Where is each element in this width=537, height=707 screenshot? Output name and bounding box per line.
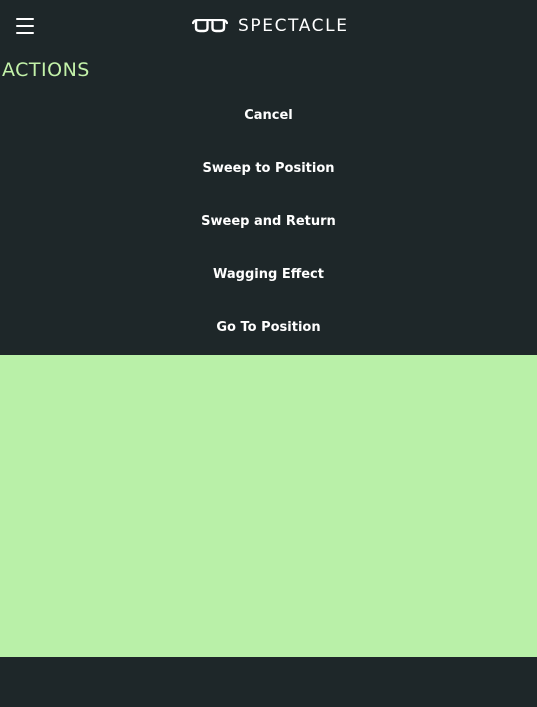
menu-line: [16, 25, 34, 27]
top-bar: SPECTACLE: [0, 0, 537, 52]
control-panel-area[interactable]: [0, 355, 537, 657]
section-title: ACTIONS: [2, 59, 90, 81]
glasses-logo-icon: [192, 19, 228, 33]
menu-line: [16, 18, 34, 20]
go-to-position-button[interactable]: Go To Position: [0, 301, 537, 354]
menu-line: [16, 32, 34, 34]
brand-name: SPECTACLE: [238, 16, 349, 36]
app-screen: SPECTACLE ACTIONS Cancel Sweep to Positi…: [0, 0, 537, 707]
brand-logo[interactable]: SPECTACLE: [192, 14, 349, 38]
wagging-effect-button[interactable]: Wagging Effect: [0, 248, 537, 301]
cancel-action-button[interactable]: Cancel: [0, 89, 537, 142]
hamburger-menu-icon[interactable]: [16, 17, 35, 35]
sweep-to-position-button[interactable]: Sweep to Position: [0, 142, 537, 195]
sweep-and-return-button[interactable]: Sweep and Return: [0, 195, 537, 248]
action-list: Cancel Sweep to Position Sweep and Retur…: [0, 89, 537, 354]
